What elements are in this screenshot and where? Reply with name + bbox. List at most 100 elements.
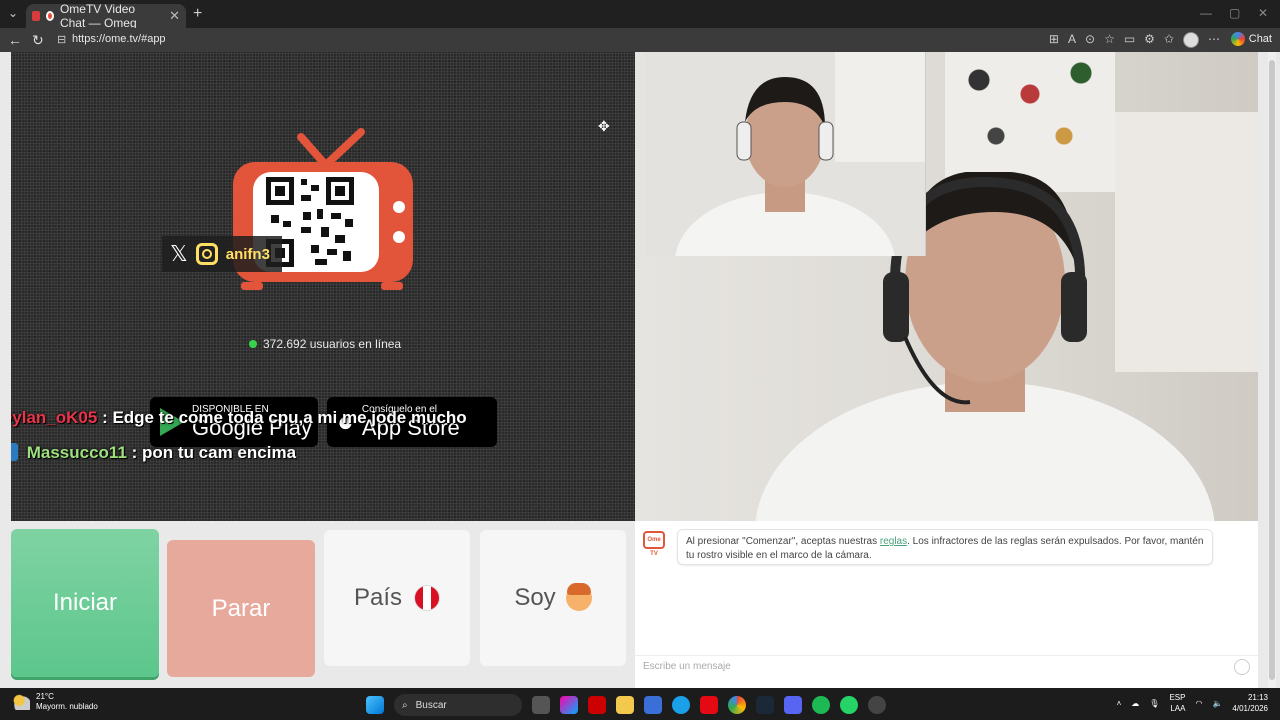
extensions-icon[interactable]: ⚙ xyxy=(1144,32,1155,48)
minimize-icon[interactable]: — xyxy=(1200,6,1212,20)
language-code: ESP xyxy=(1169,693,1186,702)
message-placeholder: Escribe un mensaje xyxy=(643,661,731,672)
browser-titlebar: ⌄ OmeTV Video Chat — Omeg ✕ + — ▢ ✕ xyxy=(0,0,1280,30)
boy-face-icon xyxy=(565,583,592,611)
self-webcam-video xyxy=(635,52,1258,521)
camera-in-use-icon[interactable]: ▭ xyxy=(1124,32,1135,48)
windows-taskbar: 21°C Mayorm. nublado ⌕ Buscar ˄ ☁ 🎙 ESP … xyxy=(0,688,1280,720)
layout-code: LAA xyxy=(1170,704,1186,713)
country-button[interactable]: País xyxy=(324,530,470,666)
more-tools-icon[interactable]: ⊙ xyxy=(1085,32,1095,48)
system-tray: ˄ ☁ 🎙 ESP LAA ◠ 🔈 21:13 4/01/2026 xyxy=(1117,692,1268,714)
online-users: 372.692 usuarios en línea xyxy=(249,337,401,351)
search-icon: ⌕ xyxy=(402,699,408,711)
reload-icon[interactable]: ↻ xyxy=(32,32,44,49)
social-handle-overlay: 𝕏 anifn3 xyxy=(162,236,282,272)
online-status-dot xyxy=(249,340,257,348)
chrome-icon[interactable] xyxy=(728,696,746,714)
favorite-star-icon[interactable]: ☆ xyxy=(1104,32,1115,48)
clock[interactable]: 21:13 4/01/2026 xyxy=(1232,692,1268,714)
picture-in-picture-video xyxy=(645,52,926,256)
temperature: 21°C xyxy=(36,692,54,701)
stream-chat-line: Massucco11 : pon tu cam encima xyxy=(11,443,296,463)
tab-media-icon xyxy=(32,11,40,21)
weather-condition: Mayorm. nublado xyxy=(36,702,98,711)
app-red-icon[interactable] xyxy=(588,696,606,714)
address-bar-row: ← ↻ ⊟ https://ome.tv/#app ⊞ A ⊙ ☆ ▭ ⚙ ✩ … xyxy=(0,28,1280,52)
stream-chat-line: Dylan_oK05 : Edge te come toda cpu,a mi … xyxy=(11,408,467,428)
onedrive-icon[interactable]: ☁ xyxy=(1131,699,1139,708)
volume-icon[interactable]: 🔈 xyxy=(1212,699,1222,708)
text-chat-panel: Ome TV Al presionar "Comenzar", aceptas … xyxy=(635,521,1258,688)
tab-list-chevron-icon[interactable]: ⌄ xyxy=(8,6,18,20)
wifi-icon[interactable]: ◠ xyxy=(1195,699,1202,708)
chat-controls: Iniciar Parar País Soy xyxy=(11,529,627,679)
chat-username: Dylan_oK05 xyxy=(11,408,98,427)
steam-icon[interactable] xyxy=(756,696,774,714)
stop-button[interactable]: Parar xyxy=(167,540,315,677)
more-menu-icon[interactable]: ⋯ xyxy=(1208,32,1220,48)
store-icon[interactable] xyxy=(644,696,662,714)
obs-icon[interactable] xyxy=(868,696,886,714)
stranger-video-static: 𝕏 anifn3 372.692 usuarios en línea DISPO… xyxy=(11,52,635,521)
copilot-app-icon[interactable] xyxy=(560,696,578,714)
tab-recording-icon xyxy=(45,11,54,21)
keyboard-language[interactable]: ESP LAA xyxy=(1169,692,1185,714)
system-message: Al presionar "Comenzar", aceptas nuestra… xyxy=(677,529,1213,565)
spotify-icon[interactable] xyxy=(812,696,830,714)
country-label: País xyxy=(353,584,403,611)
start-menu-icon[interactable] xyxy=(366,696,384,714)
emoji-icon[interactable] xyxy=(1234,659,1250,675)
gender-button[interactable]: Soy xyxy=(480,530,626,666)
copilot-chat-button[interactable]: Chat xyxy=(1230,32,1272,46)
read-aloud-icon[interactable]: A xyxy=(1068,32,1076,48)
start-button[interactable]: Iniciar xyxy=(11,529,159,677)
window-close-icon[interactable]: ✕ xyxy=(1258,6,1268,20)
favorites-icon[interactable]: ✩ xyxy=(1164,32,1174,48)
taskbar-apps: ⌕ Buscar xyxy=(366,694,886,716)
peru-flag-icon xyxy=(414,585,441,611)
chat-message: : Edge te come toda cpu,a mi me jode muc… xyxy=(102,408,467,427)
tab-close-icon[interactable]: ✕ xyxy=(169,8,180,24)
site-info-icon[interactable]: ⊟ xyxy=(57,33,66,46)
message-input[interactable]: Escribe un mensaje xyxy=(635,655,1258,677)
move-cursor-icon: ✥ xyxy=(598,118,610,134)
chat-message: : pon tu cam encima xyxy=(131,443,297,462)
online-count: 372.692 usuarios en línea xyxy=(263,337,402,351)
sticker-wall xyxy=(945,52,1115,192)
scrollbar-thumb[interactable] xyxy=(1269,60,1275,680)
url-field[interactable]: https://ome.tv/#app xyxy=(72,33,166,45)
chat-button-label: Chat xyxy=(1248,33,1272,45)
profile-avatar-icon[interactable] xyxy=(1183,32,1199,48)
maximize-icon[interactable]: ▢ xyxy=(1229,6,1240,20)
browser-tab-ometv[interactable]: OmeTV Video Chat — Omeg ✕ xyxy=(26,2,186,30)
edge-icon[interactable] xyxy=(672,696,690,714)
weather-widget[interactable]: 21°C Mayorm. nublado xyxy=(12,692,98,712)
toolbar-icons: ⊞ A ⊙ ☆ ▭ ⚙ ✩ ⋯ xyxy=(1049,32,1220,48)
ometv-page: 𝕏 anifn3 372.692 usuarios en línea DISPO… xyxy=(0,52,1280,688)
social-handle: anifn3 xyxy=(225,245,270,263)
ometv-small-logo-icon: Ome TV xyxy=(643,531,665,557)
rules-link[interactable]: reglas xyxy=(880,536,907,547)
microphone-icon[interactable]: 🎙 xyxy=(1149,699,1159,708)
taskbar-search[interactable]: ⌕ Buscar xyxy=(394,694,522,716)
system-message-start: Al presionar "Comenzar", aceptas nuestra… xyxy=(686,536,880,547)
search-label: Buscar xyxy=(415,699,447,711)
gender-label: Soy xyxy=(514,584,556,611)
new-tab-button[interactable]: + xyxy=(193,5,202,23)
x-logo-icon: 𝕏 xyxy=(170,241,188,266)
netflix-icon[interactable] xyxy=(700,696,718,714)
user-badge-icon xyxy=(11,443,18,461)
discord-icon[interactable] xyxy=(784,696,802,714)
tray-chevron-icon[interactable]: ˄ xyxy=(1117,699,1122,708)
instagram-icon xyxy=(195,243,218,265)
pip-person xyxy=(645,52,925,256)
whatsapp-icon[interactable] xyxy=(840,696,858,714)
tab-title: OmeTV Video Chat — Omeg xyxy=(59,2,137,30)
file-explorer-icon[interactable] xyxy=(616,696,634,714)
page-scrollbar[interactable] xyxy=(1268,52,1276,688)
chat-username: Massucco11 xyxy=(26,443,127,462)
back-icon[interactable]: ← xyxy=(8,32,22,48)
task-view-icon[interactable] xyxy=(532,696,550,714)
app-available-icon[interactable]: ⊞ xyxy=(1049,32,1059,48)
